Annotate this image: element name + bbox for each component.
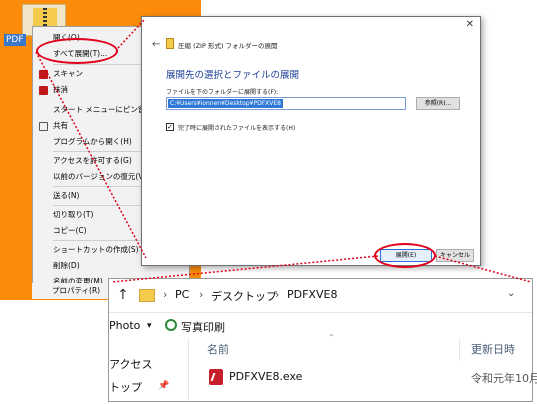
callout-lines [35,18,532,283]
callout-line-extract-to-explorer [111,255,379,283]
callout-line-menu-to-dialog [117,18,146,49]
callout-line-menu-to-dialog-bottom [35,51,147,259]
callout-line-extract-to-explorer-right [434,255,532,283]
